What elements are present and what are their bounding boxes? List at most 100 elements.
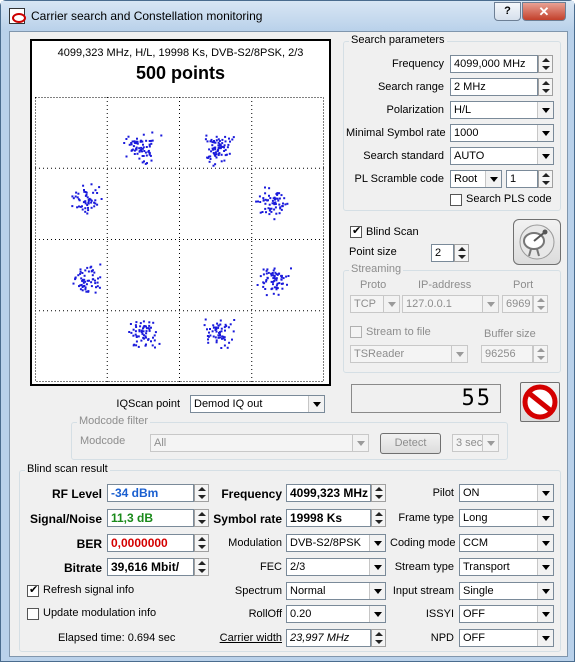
issyi-select[interactable]: OFF <box>459 605 554 623</box>
chevron-down-icon <box>537 630 553 646</box>
constellation-point <box>219 147 222 149</box>
constellation-point <box>228 152 231 155</box>
input-stream-select[interactable]: Single <box>459 582 554 600</box>
constellation-point <box>75 191 78 194</box>
constellation-point <box>84 207 87 210</box>
constellation-point <box>215 139 218 142</box>
frequency-input[interactable]: 4099,000 MHz <box>450 55 538 73</box>
constellation-point <box>206 156 209 159</box>
constellation-point <box>133 153 136 155</box>
coding-mode-select[interactable]: CCM <box>459 534 554 552</box>
constellation-point <box>258 195 261 198</box>
frequency-spinner[interactable] <box>538 55 553 73</box>
constellation-point <box>229 323 232 326</box>
iqscan-select[interactable]: Demod IQ out <box>190 395 325 413</box>
blind-scan-checkbox[interactable] <box>350 224 362 238</box>
point-size-input[interactable]: 2 <box>431 244 454 262</box>
carrier-width-spinner[interactable] <box>371 629 386 647</box>
constellation-point <box>96 192 99 194</box>
constellation-point <box>97 277 99 280</box>
update-modulation-info-checkbox[interactable] <box>27 608 39 620</box>
search-range-label: Search range <box>377 81 444 93</box>
detect-interval-select[interactable]: 3 sec <box>452 434 499 452</box>
search-standard-select[interactable]: AUTO <box>450 147 554 165</box>
constellation-point <box>221 335 224 338</box>
npd-select[interactable]: OFF <box>459 629 554 647</box>
constellation-point <box>94 291 97 294</box>
stream-target-select[interactable]: TSReader <box>350 345 468 363</box>
constellation-point <box>94 202 97 205</box>
symbol-rate-spinner[interactable] <box>371 509 386 527</box>
pl-scramble-code-input[interactable]: 1 <box>506 170 538 188</box>
polarization-select[interactable]: H/L <box>450 101 554 119</box>
fec-select[interactable]: 2/3 <box>286 558 386 576</box>
constellation-point <box>214 148 217 151</box>
modulation-select[interactable]: DVB-S2/8PSK <box>286 534 386 552</box>
pl-scramble-type-select[interactable]: Root <box>450 170 502 188</box>
port-input[interactable]: 6969 <box>502 295 533 313</box>
help-button[interactable]: ? <box>494 2 521 21</box>
stream-to-file-checkbox[interactable] <box>350 326 362 338</box>
min-symbol-rate-select[interactable]: 1000 <box>450 124 554 142</box>
spectrum-select[interactable]: Normal <box>286 582 386 600</box>
signal-noise-value: 11,3 dB <box>107 509 194 527</box>
constellation-point <box>79 268 82 271</box>
stream-type-select[interactable]: Transport <box>459 558 554 576</box>
constellation-point <box>280 278 283 281</box>
result-frequency-label: Frequency <box>221 487 282 501</box>
constellation-plot <box>35 97 324 382</box>
bitrate-label: Bitrate <box>63 561 102 575</box>
constellation-point <box>262 199 265 202</box>
buffer-size-input[interactable]: 96256 <box>481 345 533 363</box>
constellation-point <box>142 320 145 323</box>
pl-scramble-spinner[interactable] <box>538 170 553 188</box>
chevron-down-icon <box>537 485 553 501</box>
frame-type-select[interactable]: Long <box>459 509 554 527</box>
constellation-point <box>133 140 136 143</box>
proto-select[interactable]: TCP <box>350 295 400 313</box>
constellation-point <box>282 202 284 205</box>
constellation-point <box>84 200 87 203</box>
constellation-point <box>127 135 130 138</box>
constellation-point <box>71 205 74 208</box>
port-spinner[interactable] <box>533 295 548 313</box>
chevron-down-icon <box>369 559 385 575</box>
chevron-down-icon <box>352 435 368 451</box>
packet-counter-display: 55 <box>351 384 501 413</box>
rolloff-select[interactable]: 0.20 <box>286 605 386 623</box>
stop-button[interactable] <box>520 382 560 422</box>
result-frequency-spinner[interactable] <box>371 484 386 502</box>
polarization-value: H/L <box>454 104 472 116</box>
carrier-width-link[interactable]: Carrier width <box>202 632 282 644</box>
chevron-down-icon <box>537 148 553 164</box>
constellation-point <box>154 346 156 349</box>
satellite-dish-button[interactable] <box>513 219 561 265</box>
search-pls-checkbox[interactable] <box>450 194 462 206</box>
constellation-point <box>135 336 138 338</box>
constellation-point <box>226 346 229 349</box>
constellation-point <box>149 154 152 157</box>
pilot-select[interactable]: ON <box>459 484 554 502</box>
npd-value: OFF <box>463 632 485 644</box>
constellation-point <box>205 134 208 137</box>
search-range-spinner[interactable] <box>538 78 553 96</box>
chevron-down-icon <box>485 171 501 187</box>
refresh-signal-info-checkbox[interactable] <box>27 583 39 597</box>
search-range-input[interactable]: 2 MHz <box>450 78 538 96</box>
constellation-point <box>259 211 262 214</box>
constellation-point <box>275 212 278 215</box>
min-symbol-rate-value: 1000 <box>454 127 479 139</box>
port-label: Port <box>513 279 534 291</box>
constellation-point <box>153 339 156 342</box>
point-size-spinner[interactable] <box>454 244 469 262</box>
buffer-size-spinner[interactable] <box>533 345 548 363</box>
constellation-point <box>85 283 88 286</box>
constellation-point <box>282 277 285 280</box>
close-button[interactable]: ✕ <box>522 2 566 21</box>
constellation-point <box>215 328 218 330</box>
ip-address-select[interactable]: 127.0.0.1 <box>402 295 499 313</box>
constellation-point <box>142 143 144 146</box>
constellation-point <box>215 135 218 138</box>
detect-button[interactable]: Detect <box>380 433 441 454</box>
modcode-select[interactable]: All <box>150 434 369 452</box>
